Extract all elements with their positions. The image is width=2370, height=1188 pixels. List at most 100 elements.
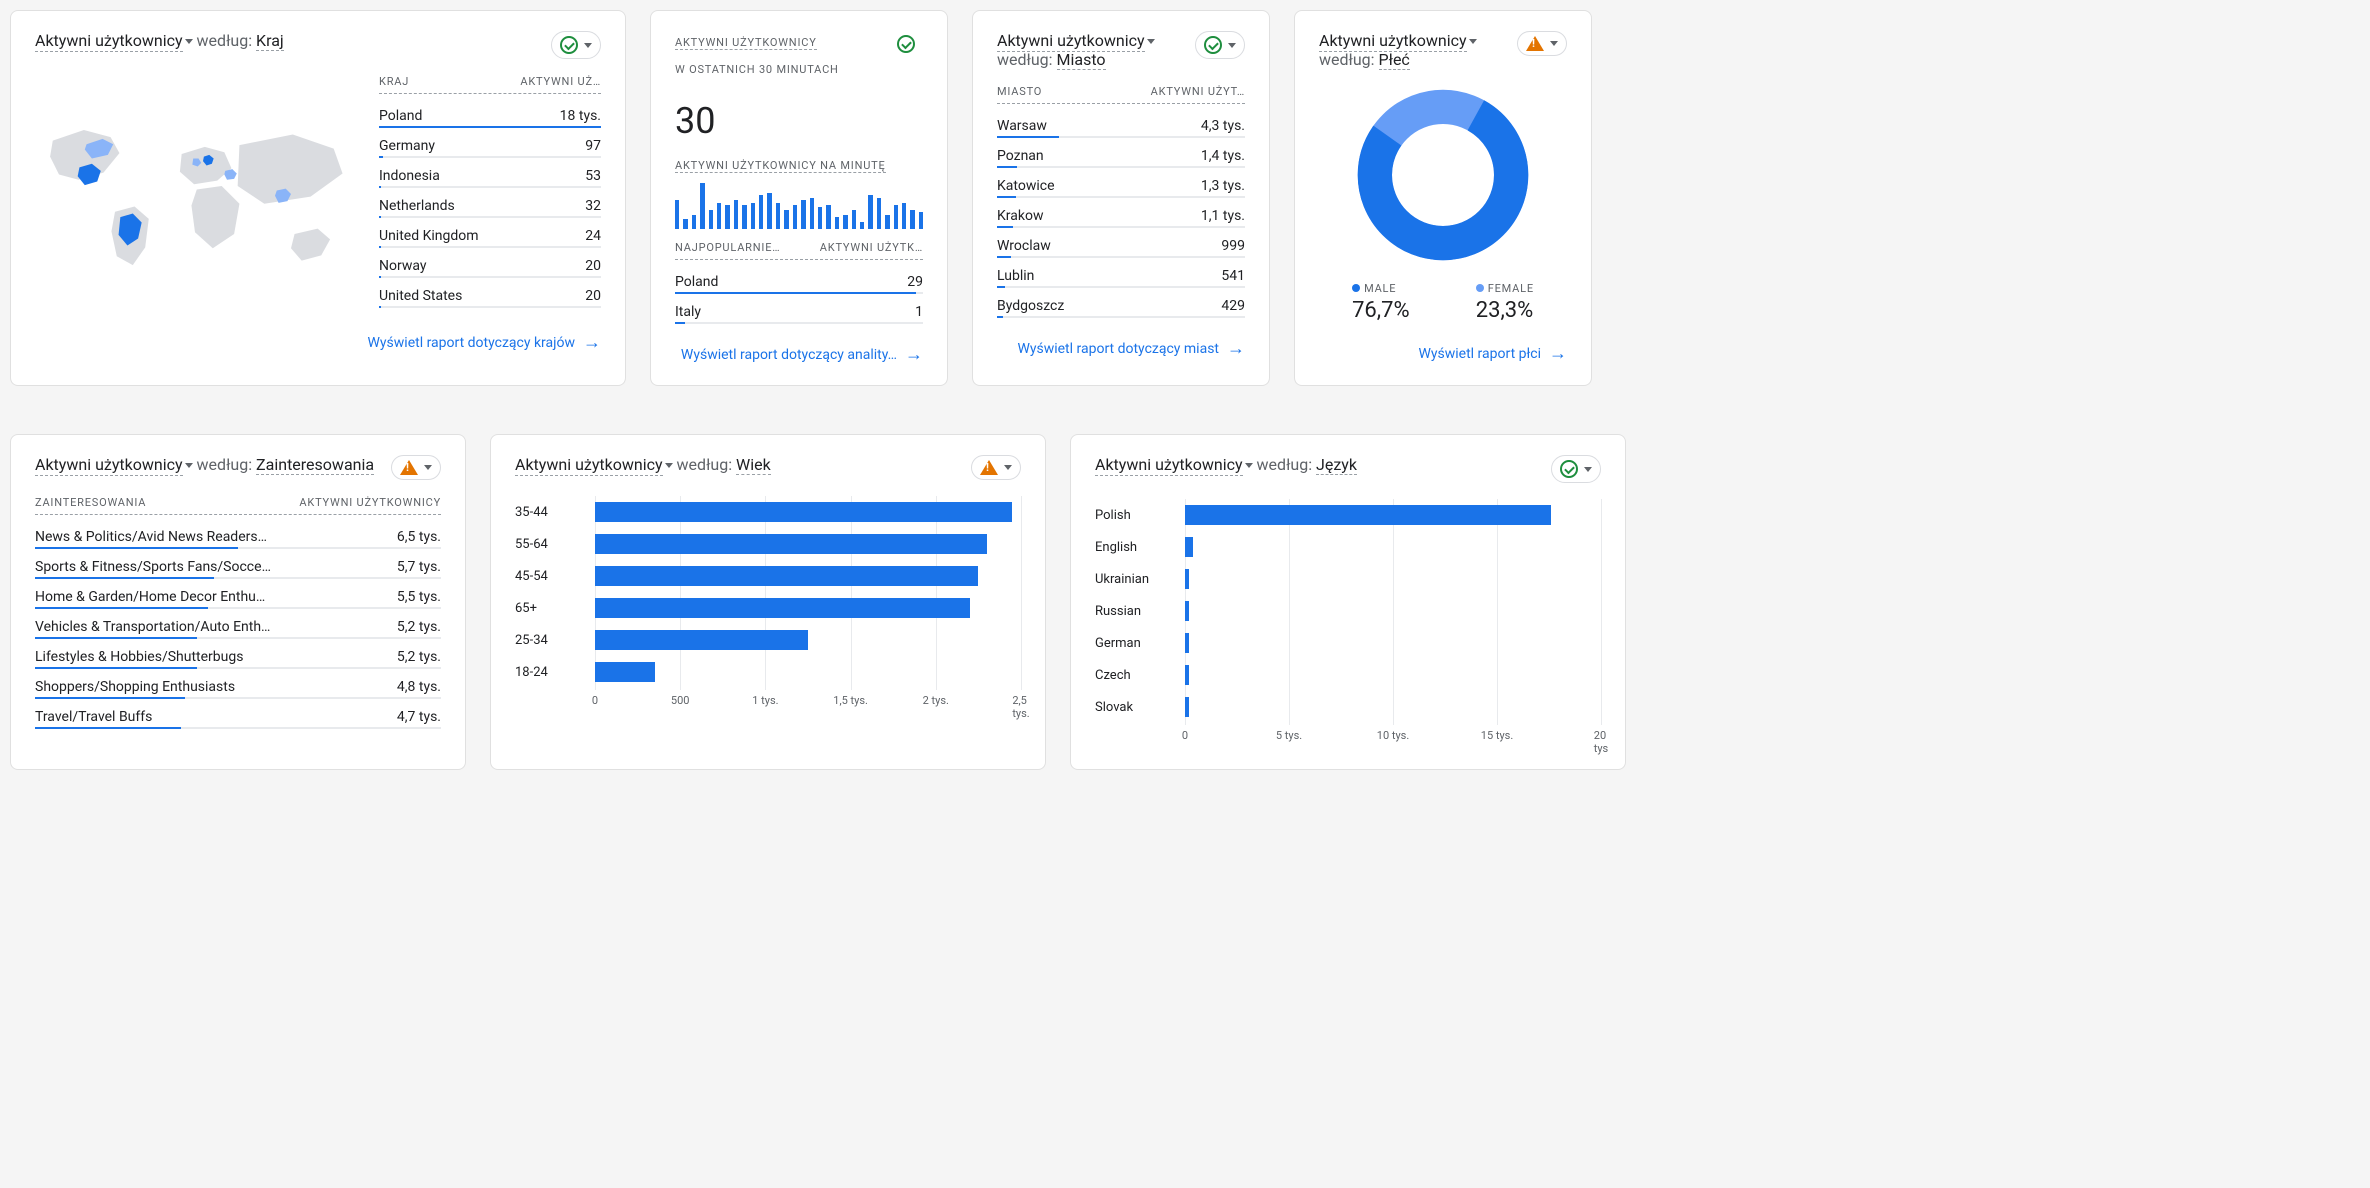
table-row[interactable]: Katowice1,3 tys. bbox=[997, 172, 1245, 196]
row-bar bbox=[675, 322, 923, 324]
bar-row: 35-44 bbox=[515, 496, 1021, 528]
table-row[interactable]: Poznan1,4 tys. bbox=[997, 142, 1245, 166]
card-age: Aktywni użytkownicy według: Wiek 35-4455… bbox=[490, 434, 1046, 770]
row-bar bbox=[379, 306, 601, 308]
warning-icon bbox=[980, 460, 998, 475]
view-report-link[interactable]: Wyświetl raport dotyczący krajów→ bbox=[35, 332, 601, 353]
table-row[interactable]: Krakow1,1 tys. bbox=[997, 202, 1245, 226]
table-header: ZAINTERESOWANIA AKTYWNI UŻYTKOWNICY bbox=[35, 496, 441, 515]
arrow-right-icon: → bbox=[905, 344, 923, 365]
row-bar bbox=[35, 667, 441, 669]
table-row[interactable]: United States20 bbox=[379, 282, 601, 306]
bar-row: Czech bbox=[1095, 659, 1601, 691]
row-bar bbox=[379, 246, 601, 248]
card-title[interactable]: Aktywni użytkownicy według: Język bbox=[1095, 455, 1357, 474]
realtime-table: Poland29 Italy1 bbox=[675, 268, 923, 324]
table-row[interactable]: Home & Garden/Home Decor Enthu…5,5 tys. bbox=[35, 583, 441, 607]
per-minute-label: AKTYWNI UŻYTKOWNICY NA MINUTĘ bbox=[675, 159, 886, 173]
row-bar bbox=[379, 216, 601, 218]
check-circle-icon bbox=[560, 36, 578, 54]
row-bar bbox=[35, 577, 441, 579]
arrow-right-icon: → bbox=[583, 332, 601, 353]
row-bar bbox=[997, 316, 1245, 318]
status-menu[interactable] bbox=[971, 455, 1021, 480]
table-row[interactable]: Travel/Travel Buffs4,7 tys. bbox=[35, 703, 441, 727]
row-bar bbox=[675, 292, 923, 294]
card-title[interactable]: Aktywni użytkownicy według: Płeć bbox=[1319, 31, 1517, 69]
row-bar bbox=[35, 547, 441, 549]
city-table: Warsaw4,3 tys. Poznan1,4 tys. Katowice1,3 … bbox=[997, 112, 1245, 318]
table-row[interactable]: Wroclaw999 bbox=[997, 232, 1245, 256]
chevron-down-icon bbox=[1550, 41, 1558, 46]
view-report-link[interactable]: Wyświetl raport płci→ bbox=[1319, 343, 1567, 364]
table-row[interactable]: Warsaw4,3 tys. bbox=[997, 112, 1245, 136]
sparkline-chart bbox=[675, 181, 923, 229]
language-bar-chart: PolishEnglishUkrainianRussianGermanCzech… bbox=[1095, 499, 1601, 749]
world-map bbox=[35, 75, 355, 312]
row-bar bbox=[997, 196, 1245, 198]
chevron-down-icon bbox=[1004, 465, 1012, 470]
table-row[interactable]: Bydgoszcz429 bbox=[997, 292, 1245, 316]
arrow-right-icon: → bbox=[1227, 338, 1245, 359]
chevron-down-icon bbox=[1469, 39, 1477, 44]
card-country: Aktywni użytkownicy według: Kraj bbox=[10, 10, 626, 386]
chevron-down-icon bbox=[1228, 43, 1236, 48]
table-row[interactable]: Lublin541 bbox=[997, 262, 1245, 286]
card-city: Aktywni użytkownicy według: Miasto MIAST… bbox=[972, 10, 1270, 386]
status-menu[interactable] bbox=[391, 455, 441, 480]
bar-row: Polish bbox=[1095, 499, 1601, 531]
view-report-link[interactable]: Wyświetl raport dotyczący anality…→ bbox=[675, 344, 923, 365]
status-menu[interactable] bbox=[1551, 455, 1601, 483]
row-bar bbox=[379, 126, 601, 128]
table-row[interactable]: Netherlands32 bbox=[379, 192, 601, 216]
card-language: Aktywni użytkownicy według: Język Polish… bbox=[1070, 434, 1626, 770]
chevron-down-icon bbox=[1147, 39, 1155, 44]
chevron-down-icon bbox=[185, 39, 193, 44]
row-bar bbox=[35, 727, 441, 729]
table-row[interactable]: Poland29 bbox=[675, 268, 923, 292]
table-row[interactable]: Sports & Fitness/Sports Fans/Socce…5,7 t… bbox=[35, 553, 441, 577]
row-bar bbox=[997, 166, 1245, 168]
status-menu[interactable] bbox=[1195, 31, 1245, 59]
card-title[interactable]: Aktywni użytkownicy według: Zainteresowa… bbox=[35, 455, 374, 474]
status-menu[interactable] bbox=[551, 31, 601, 59]
card-title[interactable]: Aktywni użytkownicy według: Kraj bbox=[35, 31, 284, 50]
row-bar bbox=[379, 186, 601, 188]
table-header: NAJPOPULARNIE… AKTYWNI UŻYTK… bbox=[675, 241, 923, 260]
country-table: Poland18 tys. Germany97 Indonesia53 Netherl… bbox=[379, 102, 601, 308]
age-bar-chart: 35-4455-6445-5465+25-3418-24 05001 tys.1… bbox=[515, 496, 1021, 714]
check-circle-icon bbox=[1204, 36, 1222, 54]
row-bar bbox=[997, 226, 1245, 228]
chevron-down-icon bbox=[584, 43, 592, 48]
card-realtime: AKTYWNI UŻYTKOWNICY W OSTATNICH 30 MINUT… bbox=[650, 10, 948, 386]
table-row[interactable]: Germany97 bbox=[379, 132, 601, 156]
card-title[interactable]: Aktywni użytkownicy według: Wiek bbox=[515, 455, 771, 474]
card-title[interactable]: Aktywni użytkownicy według: Miasto bbox=[997, 31, 1195, 69]
bar-row: English bbox=[1095, 531, 1601, 563]
status-menu[interactable] bbox=[1517, 31, 1567, 56]
view-report-link[interactable]: Wyświetl raport dotyczący miast→ bbox=[997, 338, 1245, 359]
table-header: MIASTO AKTYWNI UŻYT… bbox=[997, 85, 1245, 104]
chevron-down-icon bbox=[1584, 467, 1592, 472]
row-bar bbox=[997, 256, 1245, 258]
bar-row: 55-64 bbox=[515, 528, 1021, 560]
table-row[interactable]: Norway20 bbox=[379, 252, 601, 276]
row-bar bbox=[379, 156, 601, 158]
table-row[interactable]: Vehicles & Transportation/Auto Enth…5,2 … bbox=[35, 613, 441, 637]
realtime-title1: AKTYWNI UŻYTKOWNICY bbox=[675, 36, 817, 50]
table-row[interactable]: Lifestyles & Hobbies/Shutterbugs5,2 tys. bbox=[35, 643, 441, 667]
bar-row: 65+ bbox=[515, 592, 1021, 624]
table-row[interactable]: Shoppers/Shopping Enthusiasts4,8 tys. bbox=[35, 673, 441, 697]
table-row[interactable]: Indonesia53 bbox=[379, 162, 601, 186]
table-row[interactable]: Italy1 bbox=[675, 298, 923, 322]
row-bar bbox=[379, 276, 601, 278]
row-bar bbox=[35, 697, 441, 699]
interests-table: News & Politics/Avid News Readers…6,5 ty… bbox=[35, 523, 441, 729]
bar-row: 18-24 bbox=[515, 656, 1021, 688]
status-menu[interactable] bbox=[889, 31, 923, 57]
table-row[interactable]: United Kingdom24 bbox=[379, 222, 601, 246]
table-row[interactable]: Poland18 tys. bbox=[379, 102, 601, 126]
table-row[interactable]: News & Politics/Avid News Readers…6,5 ty… bbox=[35, 523, 441, 547]
bar-row: 45-54 bbox=[515, 560, 1021, 592]
chevron-down-icon bbox=[424, 465, 432, 470]
